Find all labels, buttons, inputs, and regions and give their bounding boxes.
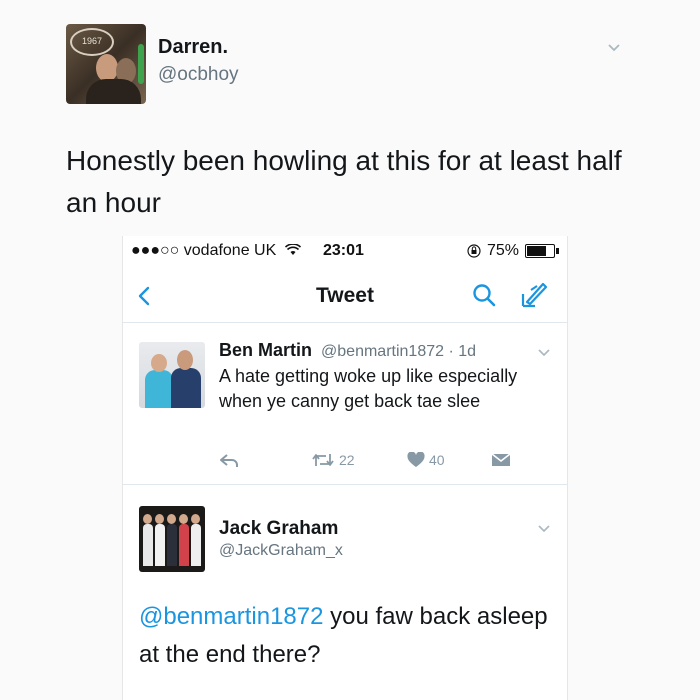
wifi-icon [284, 243, 301, 255]
reply-tweet[interactable]: Jack Graham @JackGraham_x @benmartin1872… [123, 490, 567, 700]
retweet-icon [312, 454, 334, 466]
orientation-lock-icon [467, 244, 481, 258]
reply-text: @benmartin1872 you faw back asleep at th… [139, 598, 559, 674]
carrier-signal: ●●●○○ vodafone UK [131, 242, 301, 260]
like-count: 40 [429, 452, 445, 468]
tweet-header: Ben Martin @benmartin1872 · 1d [219, 340, 476, 361]
status-bar: ●●●○○ vodafone UK 23:01 75% [123, 236, 567, 266]
avatar-badge: 1967 [70, 28, 114, 56]
like-button[interactable]: 40 [407, 452, 445, 468]
status-time: 23:01 [323, 242, 364, 259]
reply-avatar[interactable] [139, 506, 205, 572]
chevron-down-icon[interactable] [537, 522, 551, 536]
main-tweet[interactable]: Ben Martin @benmartin1872 · 1d A hate ge… [123, 324, 567, 485]
carrier-label: ●●●○○ vodafone UK [131, 242, 277, 259]
compose-icon[interactable] [519, 280, 549, 310]
direct-message-button[interactable] [491, 452, 511, 468]
tweet-actions: 22 40 [219, 452, 519, 474]
outer-tweet-handle[interactable]: @ocbhoy [158, 64, 239, 86]
outer-tweet-card: 1967 Darren. @ocbhoy Honestly been howli… [0, 0, 700, 700]
reply-author-handle[interactable]: @JackGraham_x [219, 542, 343, 560]
nav-bar: Tweet [123, 270, 567, 323]
battery-percent: 75% [486, 242, 519, 259]
retweet-button[interactable]: 22 [311, 452, 355, 468]
outer-tweet-avatar[interactable]: 1967 [66, 24, 146, 104]
chevron-down-icon[interactable] [537, 346, 551, 360]
search-icon[interactable] [471, 282, 497, 308]
chevron-down-icon[interactable] [606, 40, 622, 56]
tweet-text: A hate getting woke up like especially w… [219, 366, 518, 411]
reply-mention-link[interactable]: @benmartin1872 [139, 603, 323, 630]
tweet-author-name[interactable]: Ben Martin [219, 340, 312, 360]
reply-icon [220, 454, 238, 467]
tweet-avatar[interactable] [139, 342, 205, 408]
direct-message-icon [491, 453, 511, 466]
battery-icon [525, 244, 559, 258]
outer-tweet-name[interactable]: Darren. [158, 36, 228, 59]
status-right: 75% [467, 242, 559, 260]
reply-button[interactable] [219, 452, 239, 468]
retweet-count: 22 [339, 452, 355, 468]
heart-icon [407, 452, 425, 467]
embedded-phone-screenshot: ●●●○○ vodafone UK 23:01 75% Tweet Ben Ma… [122, 236, 568, 700]
outer-tweet-text: Honestly been howling at this for at lea… [66, 145, 622, 218]
nav-title: Tweet [316, 284, 374, 307]
reply-author-name[interactable]: Jack Graham [219, 518, 338, 540]
tweet-handle-time[interactable]: @benmartin1872 · 1d [321, 343, 476, 360]
